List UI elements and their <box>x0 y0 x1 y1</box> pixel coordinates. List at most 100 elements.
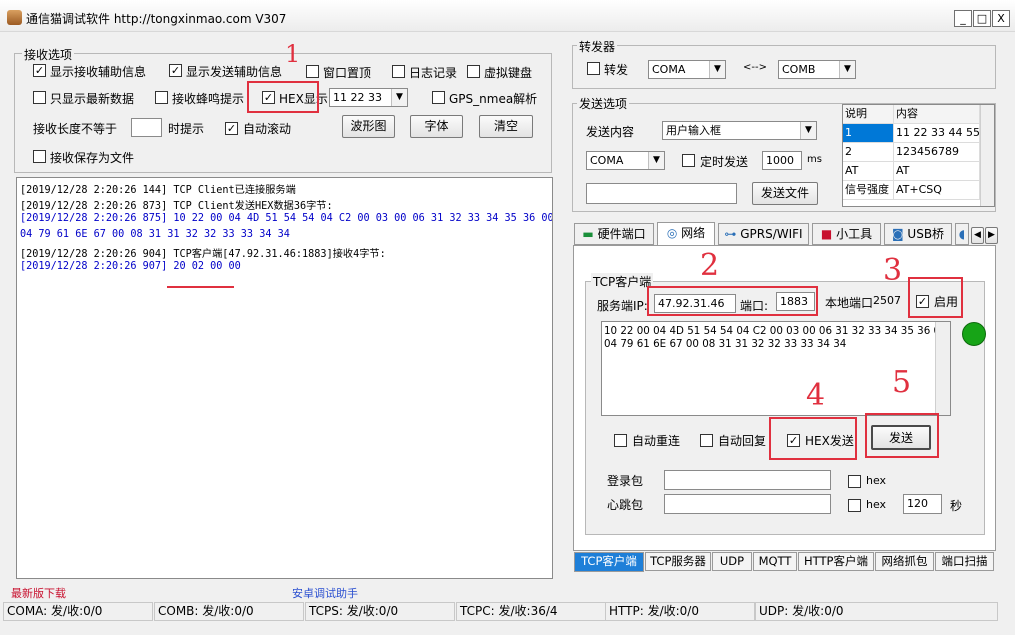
show-latest-checkbox[interactable] <box>33 91 46 104</box>
send-file-button[interactable]: 发送文件 <box>752 182 818 205</box>
chevron-down-icon[interactable]: ▼ <box>839 61 855 78</box>
table-cell[interactable]: AT <box>894 162 980 181</box>
log-line: 04 79 61 6E 67 00 08 31 31 32 32 33 33 3… <box>20 229 290 240</box>
chevron-down-icon[interactable]: ▼ <box>800 122 816 139</box>
heartbeat-input[interactable] <box>664 494 831 514</box>
seconds-unit: 秒 <box>950 499 963 513</box>
annotation-box-1 <box>247 81 319 113</box>
table-cell[interactable]: AT <box>843 162 894 181</box>
table-cell[interactable]: 2 <box>843 143 894 162</box>
status-coma: COMA: 发/收:0/0 <box>3 602 153 621</box>
table-cell[interactable]: 11 22 33 44 55 <box>894 124 980 143</box>
maximize-button[interactable]: □ <box>973 10 991 27</box>
usb-icon: ◙ <box>891 227 904 241</box>
show-tx-info-checkbox[interactable]: ✓ <box>169 64 182 77</box>
tab-mqtt[interactable]: MQTT <box>753 552 797 571</box>
window-top-checkbox[interactable] <box>306 65 319 78</box>
textarea-scrollbar[interactable] <box>935 322 950 415</box>
annotation-number: 2 <box>700 248 720 283</box>
log-line: [2019/12/28 2:20:26 144] TCP Client已连接服务… <box>20 185 296 196</box>
minimize-button[interactable]: _ <box>954 10 972 27</box>
auto-reconnect-checkbox[interactable] <box>614 434 627 447</box>
font-button[interactable]: 字体 <box>410 115 463 138</box>
annotation-box-3 <box>908 277 963 318</box>
tab-gprs-wifi[interactable]: ⊶ GPRS/WIFI <box>718 223 809 245</box>
tab-usb-bridge[interactable]: ◙ USB桥 <box>884 223 952 245</box>
send-content-select[interactable]: 用户输入框 ▼ <box>662 121 817 140</box>
auto-reconnect-label: 自动重连 <box>632 434 681 448</box>
save-to-file-checkbox[interactable] <box>33 150 46 163</box>
tab-label: GPRS/WIFI <box>740 227 803 241</box>
annotation-box-4 <box>769 417 857 460</box>
server-ip-label: 服务端IP: <box>597 299 648 313</box>
close-button[interactable]: X <box>992 10 1010 27</box>
auto-reply-checkbox[interactable] <box>700 434 713 447</box>
send-options-title: 发送选项 <box>577 95 630 112</box>
table-cell[interactable]: AT+CSQ <box>894 181 980 200</box>
tab-tcp-server[interactable]: TCP服务器 <box>645 552 711 571</box>
chevron-down-icon[interactable]: ▼ <box>709 61 725 78</box>
rx-beep-checkbox[interactable] <box>155 91 168 104</box>
table-header[interactable]: 说明 <box>843 105 894 124</box>
waveform-button[interactable]: 波形图 <box>342 115 395 138</box>
chevron-down-icon[interactable]: ▼ <box>391 89 407 106</box>
show-rx-info-checkbox[interactable]: ✓ <box>33 64 46 77</box>
tab-port-scan[interactable]: 端口扫描 <box>935 552 994 571</box>
rx-beep-label: 接收蜂鸣提示 <box>172 92 245 106</box>
interval-input[interactable]: 1000 <box>762 151 802 170</box>
tab-label: 网络 <box>681 226 706 240</box>
chevron-down-icon[interactable]: ▼ <box>648 152 664 169</box>
connection-status-indicator <box>962 322 986 346</box>
toolbox-icon: ■ <box>820 227 833 241</box>
login-input[interactable] <box>664 470 831 490</box>
forward-from-select[interactable]: COMA ▼ <box>648 60 726 79</box>
forward-checkbox[interactable] <box>587 62 600 75</box>
heartbeat-hex-checkbox[interactable] <box>848 499 861 512</box>
command-table[interactable]: 说明 内容 1 11 22 33 44 55 2 123456789 AT AT… <box>842 104 995 207</box>
tab-scroll-right-button[interactable]: ▶ <box>985 227 998 244</box>
status-tcps: TCPS: 发/收:0/0 <box>305 602 455 621</box>
annotation-number: 3 <box>883 253 903 288</box>
tab-http-client[interactable]: HTTP客户端 <box>798 552 874 571</box>
tab-packet-capture[interactable]: 网络抓包 <box>875 552 934 571</box>
android-link[interactable]: 安卓调试助手 <box>292 585 358 601</box>
table-cell[interactable]: 信号强度 <box>843 181 894 200</box>
tab-overflow[interactable]: ◖ <box>955 223 969 245</box>
send-port-value: COMA <box>590 154 624 167</box>
tab-udp[interactable]: UDP <box>712 552 752 571</box>
timed-send-checkbox[interactable] <box>682 154 695 167</box>
hex-sample-select[interactable]: 11 22 33 ▼ <box>329 88 408 107</box>
table-cell[interactable]: 123456789 <box>894 143 980 162</box>
auto-scroll-checkbox[interactable]: ✓ <box>225 122 238 135</box>
tab-hardware-port[interactable]: ▬ 硬件端口 <box>574 223 654 245</box>
hex-sample-value: 11 22 33 <box>333 91 382 104</box>
heartbeat-interval-input[interactable]: 120 <box>903 494 942 514</box>
download-link[interactable]: 最新版下载 <box>11 585 66 601</box>
gps-checkbox[interactable] <box>432 91 445 104</box>
login-label: 登录包 <box>607 474 644 488</box>
tab-network[interactable]: ◎ 网络 <box>657 222 715 246</box>
send-port-select[interactable]: COMA ▼ <box>586 151 665 170</box>
table-scrollbar[interactable] <box>980 105 994 206</box>
clear-button[interactable]: 清空 <box>479 115 533 138</box>
receive-log[interactable]: [2019/12/28 2:20:26 144] TCP Client已连接服务… <box>16 177 553 579</box>
table-cell[interactable]: 1 <box>843 124 894 143</box>
annotation-number: 4 <box>806 378 826 413</box>
table-header[interactable]: 内容 <box>894 105 980 124</box>
log-line: [2019/12/28 2:20:26 904] TCP客户端[47.92.31… <box>20 249 386 260</box>
forward-to-value: COMB <box>782 63 816 76</box>
tab-scroll-left-button[interactable]: ◀ <box>971 227 984 244</box>
virtual-keyboard-checkbox[interactable] <box>467 65 480 78</box>
send-file-path-input[interactable] <box>586 183 737 204</box>
rx-len-input[interactable] <box>131 118 162 137</box>
tab-tcp-client[interactable]: TCP客户端 <box>574 552 644 572</box>
auto-scroll-label: 自动滚动 <box>243 122 292 136</box>
timed-send-label: 定时发送 <box>700 155 749 169</box>
log-line: [2019/12/28 2:20:26 907] 20 02 00 00 <box>20 261 241 272</box>
log-checkbox[interactable] <box>392 65 405 78</box>
forward-to-select[interactable]: COMB ▼ <box>778 60 856 79</box>
login-hex-checkbox[interactable] <box>848 475 861 488</box>
forwarder-title: 转发器 <box>577 38 618 55</box>
login-hex-label: hex <box>866 474 887 487</box>
tab-tools[interactable]: ■ 小工具 <box>812 223 881 245</box>
